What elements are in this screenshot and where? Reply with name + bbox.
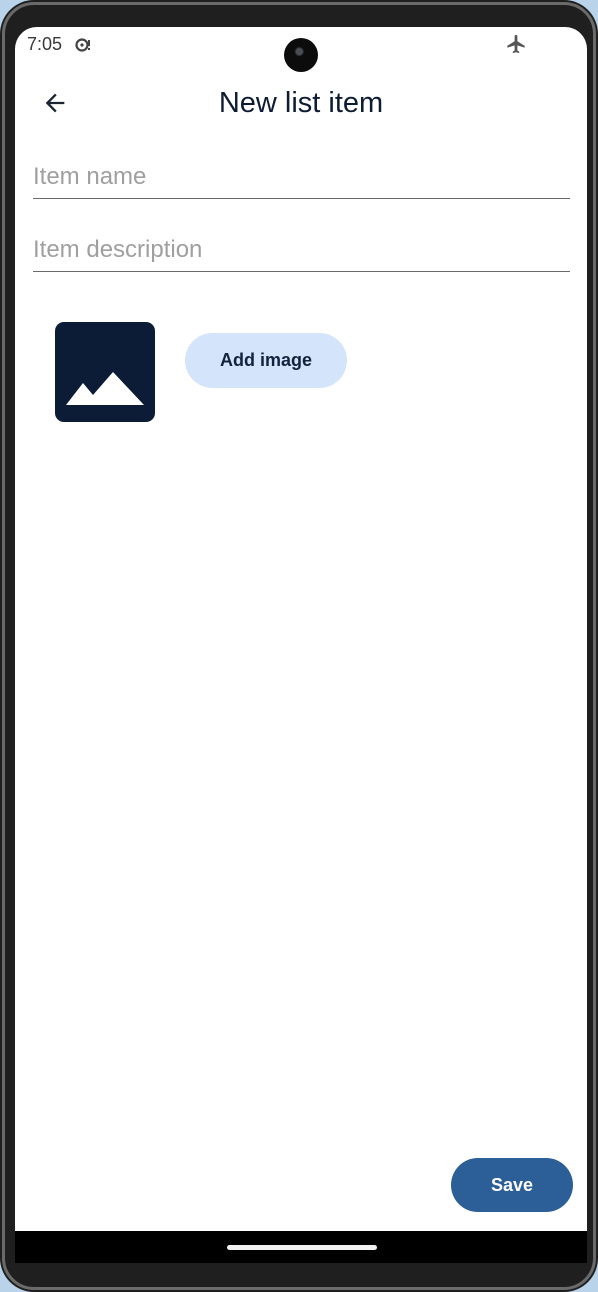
airplane-mode-icon (505, 33, 527, 55)
image-placeholder-icon (66, 372, 144, 405)
sync-icon (74, 36, 92, 54)
app-screen: 7:05 New list item Item name Item descri… (15, 27, 587, 1263)
front-camera (284, 38, 318, 72)
home-gesture-handle[interactable] (227, 1245, 377, 1250)
top-app-bar: New list item (15, 71, 587, 135)
add-image-button[interactable]: Add image (185, 333, 347, 388)
save-button[interactable]: Save (451, 1158, 573, 1212)
device-frame: 7:05 New list item Item name Item descri… (0, 0, 598, 1292)
image-preview (55, 322, 155, 422)
navigation-bar (15, 1231, 587, 1263)
item-description-input[interactable] (33, 229, 570, 271)
page-title: New list item (218, 87, 384, 119)
status-time: 7:05 (27, 34, 63, 54)
status-bar: 7:05 (15, 27, 587, 72)
item-description-field[interactable] (33, 229, 570, 272)
item-name-field[interactable] (33, 156, 570, 199)
item-name-input[interactable] (33, 156, 570, 198)
